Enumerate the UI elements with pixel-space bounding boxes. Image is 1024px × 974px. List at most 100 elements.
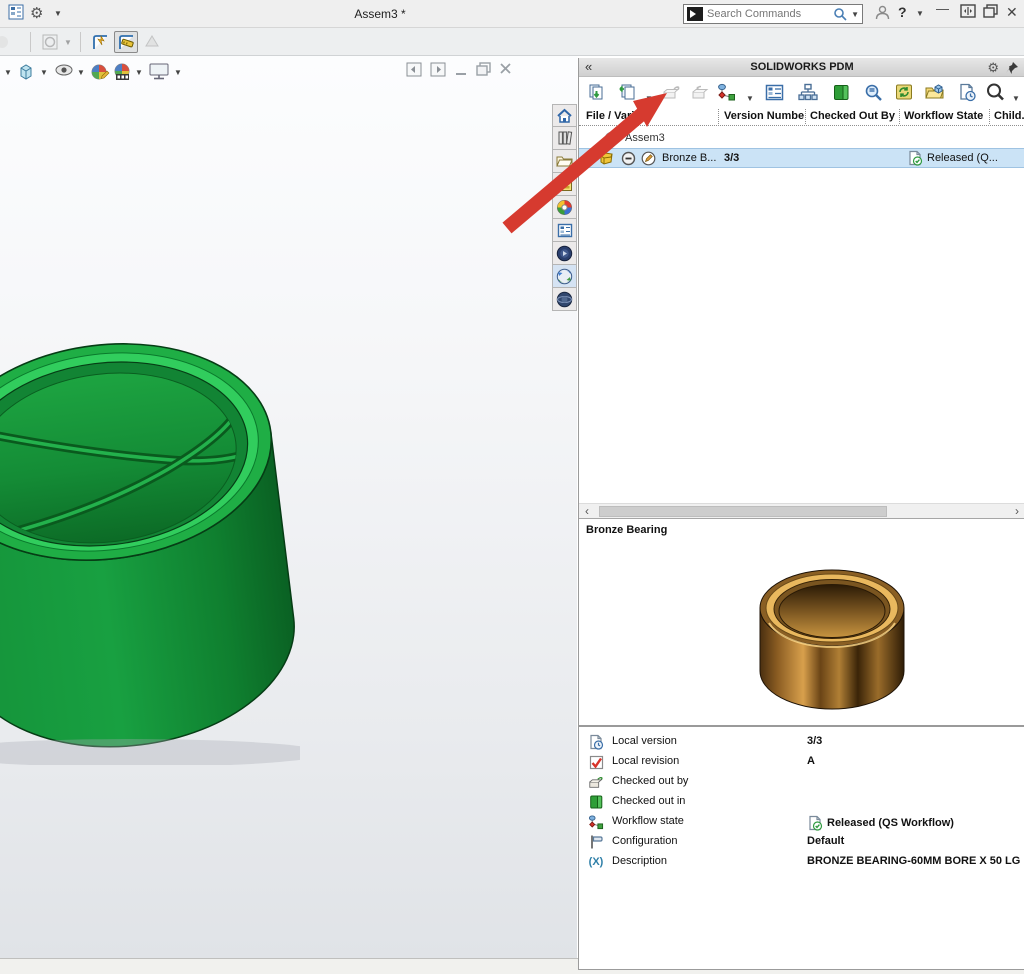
apply-scene-caret[interactable]: ▼ — [135, 68, 143, 77]
get-version-caret[interactable]: ▼ — [639, 88, 659, 108]
pdm-title-bar: « SOLIDWORKS PDM ⚙ — [579, 58, 1024, 77]
open-containing-folder-button[interactable] — [925, 82, 945, 102]
released-state-icon — [807, 815, 823, 831]
expand-window-button[interactable] — [960, 4, 976, 18]
check-out-button[interactable] — [661, 82, 681, 102]
checked-out-files-button[interactable] — [831, 82, 851, 102]
preview-divider — [579, 725, 1024, 727]
minimize-button[interactable]: — — [936, 1, 949, 16]
property-value: BRONZE BEARING-60MM BORE X 50 LG — [807, 855, 1020, 867]
scrollbar-thumb[interactable] — [599, 506, 887, 517]
apply-scene-icon[interactable] — [112, 62, 132, 82]
property-label: Checked out in — [612, 795, 685, 807]
display-style-caret[interactable]: ▼ — [40, 68, 48, 77]
tab-view-palette-icon[interactable] — [552, 173, 577, 196]
property-value: A — [807, 755, 815, 767]
pane-left-button[interactable] — [406, 62, 422, 77]
collapse-expander-icon[interactable] — [621, 151, 636, 166]
search-magnifier-icon[interactable] — [833, 7, 848, 22]
part-state-value: Released (Q... — [927, 152, 998, 164]
tree-row-bronze-bearing[interactable]: Bronze B... 3/3 Released (Q... — [579, 148, 1024, 168]
tree-row-assem3[interactable]: Assem3 — [579, 128, 1024, 148]
view-settings-caret[interactable]: ▼ — [174, 68, 182, 77]
doc-restore-button[interactable] — [476, 62, 491, 76]
data-card-button[interactable] — [764, 82, 784, 102]
document-title: Assem3 * — [0, 7, 760, 21]
property-label: Configuration — [612, 835, 677, 847]
pdm-pin-icon[interactable] — [1005, 61, 1019, 75]
collapse-expander-icon[interactable] — [604, 131, 619, 146]
column-workflow-state[interactable]: Workflow State — [904, 110, 988, 122]
restore-window-button[interactable] — [983, 4, 998, 18]
scroll-right-button[interactable]: › — [1009, 504, 1024, 518]
search-dropdown-caret[interactable]: ▼ — [851, 10, 859, 19]
edit-appearance-icon[interactable] — [90, 62, 110, 82]
partial-tool-icon[interactable] — [0, 31, 14, 53]
hide-show-eye-icon[interactable] — [54, 62, 74, 78]
pdm-search-caret[interactable]: ▼ — [1006, 88, 1024, 108]
pdm-options-gear-icon[interactable]: ⚙ — [987, 60, 999, 76]
column-checked-out-by[interactable]: Checked Out By — [810, 110, 898, 122]
sketch-tool-icon[interactable] — [88, 31, 112, 53]
contains-tree-button[interactable] — [798, 82, 818, 102]
change-state-button[interactable] — [717, 82, 737, 102]
column-children[interactable]: Child... — [994, 110, 1024, 122]
doc-close-button[interactable] — [499, 62, 512, 75]
doc-minimize-button[interactable] — [455, 66, 467, 76]
search-commands-box[interactable]: ▼ — [683, 4, 863, 24]
section-view-icon[interactable] — [38, 31, 62, 53]
change-state-caret[interactable]: ▼ — [740, 88, 760, 108]
help-button[interactable]: ? — [898, 4, 907, 20]
tab-solidworks-pdm-icon[interactable] — [552, 265, 577, 288]
tab-3dexperience-icon[interactable] — [552, 288, 577, 311]
property-value: 3/3 — [807, 735, 822, 747]
hide-show-caret[interactable]: ▼ — [77, 68, 85, 77]
close-button[interactable]: ✕ — [1006, 4, 1018, 21]
part-icon — [599, 150, 616, 166]
tab-appearances-icon[interactable] — [552, 196, 577, 219]
column-version-number[interactable]: Version Number — [724, 110, 804, 122]
markup-tool-icon[interactable] — [140, 31, 164, 53]
section-view-caret[interactable]: ▼ — [62, 31, 74, 53]
local-version-icon — [588, 734, 604, 750]
tab-custom-properties-icon[interactable] — [552, 219, 577, 242]
tab-home-icon[interactable] — [552, 104, 577, 127]
property-row-configuration: Configuration Default — [579, 832, 1024, 852]
search-commands-input[interactable] — [707, 8, 833, 20]
preview-magnifier-button[interactable] — [863, 82, 883, 102]
refresh-vault-button[interactable] — [894, 82, 914, 102]
measure-tool-icon[interactable] — [114, 31, 138, 53]
property-row-checked-out-by: Checked out by — [579, 772, 1024, 792]
ribbon-toolbar: ▼ — [0, 28, 1024, 56]
workflow-state-icon — [588, 814, 604, 830]
display-style-icon[interactable] — [16, 62, 36, 82]
graphics-viewport[interactable]: ▼ ▼ ▼ ▼ ▼ — [0, 56, 577, 958]
check-in-button[interactable] — [689, 82, 709, 102]
tab-design-library-icon[interactable] — [552, 127, 577, 150]
pdm-panel-title: SOLIDWORKS PDM — [579, 61, 1024, 73]
user-account-icon[interactable] — [874, 4, 891, 21]
property-label: Description — [612, 855, 667, 867]
tab-file-explorer-icon[interactable] — [552, 150, 577, 173]
get-version-button[interactable] — [617, 82, 637, 102]
green-bearing-model[interactable] — [0, 285, 300, 765]
tab-forum-icon[interactable] — [552, 242, 577, 265]
view-settings-icon[interactable] — [148, 62, 170, 80]
get-latest-version-button[interactable] — [586, 82, 606, 102]
local-revision-icon — [588, 754, 604, 770]
docbar-caret-1[interactable]: ▼ — [4, 68, 12, 77]
pdm-search-button[interactable] — [985, 82, 1005, 102]
pdm-horizontal-scrollbar[interactable]: ‹ › — [579, 503, 1024, 519]
help-dropdown-caret[interactable]: ▼ — [916, 9, 924, 18]
released-state-icon — [907, 150, 923, 166]
part-version-value: 3/3 — [724, 152, 739, 164]
property-row-workflow-state: Workflow state Released (QS Workflow) — [579, 812, 1024, 832]
workflow-state-text: Released (QS Workflow) — [827, 817, 954, 829]
scroll-left-button[interactable]: ‹ — [579, 504, 595, 518]
pane-right-button[interactable] — [430, 62, 446, 77]
property-row-local-revision: Local revision A — [579, 752, 1024, 772]
column-file[interactable]: File / Varia... — [586, 110, 714, 122]
configuration-icon — [588, 834, 604, 850]
history-button[interactable] — [957, 82, 977, 102]
property-value: Released (QS Workflow) — [807, 815, 954, 831]
